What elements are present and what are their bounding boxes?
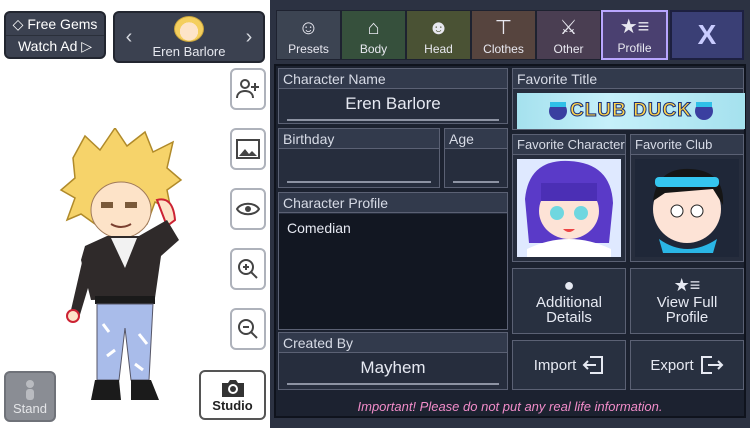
add-character-button[interactable] — [230, 68, 266, 110]
character-preview-area: ◇Free Gems Watch Ad ▷ ‹ Eren Barlore › — [0, 0, 268, 428]
free-gems-button[interactable]: ◇ Free Gems — [6, 13, 104, 35]
free-gems-widget[interactable]: ◇ Free Gems Watch Ad ▷ — [4, 11, 106, 59]
tab-profile[interactable]: ★≡ Profile — [601, 10, 668, 60]
created-by-value: Mayhem — [360, 358, 426, 377]
view-full-profile-button[interactable]: ★≡ View Full Profile — [630, 268, 744, 334]
age-label: Age — [445, 129, 507, 149]
watch-ad-label: Watch Ad ▷ — [17, 38, 93, 54]
shirt-icon: ⌂ — [367, 17, 380, 39]
tshirt-icon: ⊤ — [494, 17, 513, 39]
created-by-field[interactable]: Created By Mayhem — [278, 332, 508, 390]
character-profile-label: Character Profile — [279, 193, 507, 213]
favorite-character-portrait — [517, 159, 621, 257]
diamond-icon: ◇ — [12, 15, 24, 32]
underline — [453, 181, 499, 183]
tab-label: Other — [553, 42, 584, 56]
birthday-label: Birthday — [279, 129, 439, 149]
studio-label: Studio — [212, 397, 253, 413]
standing-person-icon — [26, 380, 34, 400]
close-button[interactable]: X — [670, 10, 744, 60]
favorite-club-emblem — [635, 159, 739, 257]
export-icon — [700, 356, 724, 374]
stand-label: Stand — [13, 401, 47, 416]
export-label: Export — [650, 356, 694, 374]
character-name-value: Eren Barlore — [345, 94, 441, 113]
add-person-icon — [236, 79, 259, 99]
toggle-visibility-button[interactable] — [230, 188, 266, 230]
zoom-out-icon — [238, 319, 258, 339]
star-list-icon: ★≡ — [619, 16, 650, 38]
zoom-out-button[interactable] — [230, 308, 266, 350]
tab-body[interactable]: ⌂ Body — [341, 10, 406, 60]
underline — [287, 119, 499, 121]
tab-other[interactable]: ⚔ Other — [536, 10, 601, 60]
profile-panel: Character Name Eren Barlore Birthday Age… — [274, 64, 746, 418]
close-icon: X — [697, 19, 717, 50]
tab-presets[interactable]: ☺ Presets — [276, 10, 341, 60]
free-gems-label: Free Gems — [27, 16, 98, 32]
view-full-profile-label: View Full Profile — [656, 293, 718, 326]
character-figure[interactable] — [55, 128, 195, 413]
watch-ad-button[interactable]: Watch Ad ▷ — [6, 35, 104, 57]
underline — [287, 383, 499, 385]
created-by-label: Created By — [279, 333, 507, 353]
import-label: Import — [533, 356, 577, 374]
character-profile-field[interactable]: Character Profile Comedian — [278, 192, 508, 330]
birthday-field[interactable]: Birthday — [278, 128, 440, 188]
app-screen: ◇Free Gems Watch Ad ▷ ‹ Eren Barlore › — [0, 0, 750, 428]
tab-label: Body — [359, 42, 388, 56]
character-name-label: Character Name — [279, 69, 507, 89]
favorite-title-box[interactable]: Favorite Title CLUB DUCK — [512, 68, 745, 130]
star-list-icon: ★≡ — [673, 274, 701, 295]
tab-label: Profile — [617, 41, 652, 55]
person-icon: ☺ — [298, 17, 319, 39]
favorite-character-label: Favorite Character — [513, 135, 625, 155]
age-field[interactable]: Age — [444, 128, 508, 188]
category-tabs: ☺ Presets ⌂ Body ☻ Head ⊤ Clothes ⚔ Other ★≡ P… — [276, 10, 668, 60]
underline — [287, 181, 431, 183]
sword-cat-icon: ⚔ — [559, 17, 578, 39]
stand-button[interactable]: Stand — [4, 371, 56, 422]
export-button[interactable]: Export — [630, 340, 744, 390]
additional-details-label: Additional Details — [536, 293, 602, 326]
character-name-field[interactable]: Character Name Eren Barlore — [278, 68, 508, 124]
favorite-title-label: Favorite Title — [513, 69, 743, 89]
import-button[interactable]: Import — [512, 340, 626, 390]
favorite-club-label: Favorite Club — [631, 135, 743, 155]
favorite-club-box[interactable]: Favorite Club — [630, 134, 744, 262]
next-character-button[interactable]: › — [241, 26, 257, 49]
head-icon: ☻ — [427, 17, 450, 39]
zoom-in-icon — [238, 259, 258, 279]
favorite-character-box[interactable]: Favorite Character — [512, 134, 626, 262]
tab-label: Presets — [288, 42, 329, 56]
favorite-title-text: CLUB DUCK — [570, 100, 692, 122]
character-selector-name: Eren Barlore — [152, 43, 226, 59]
character-selector: ‹ Eren Barlore › — [113, 11, 265, 63]
privacy-notice: Important! Please do not put any real li… — [357, 399, 663, 414]
additional-details-button[interactable]: ● Additional Details — [512, 268, 626, 334]
editor-panel: ☺ Presets ⌂ Body ☻ Head ⊤ Clothes ⚔ Other ★≡ P… — [270, 0, 750, 428]
tab-clothes[interactable]: ⊤ Clothes — [471, 10, 536, 60]
zoom-in-button[interactable] — [230, 248, 266, 290]
tab-label: Head — [424, 42, 453, 56]
favorite-title-banner: CLUB DUCK — [517, 93, 745, 129]
studio-button[interactable]: Studio — [199, 370, 266, 420]
prev-character-button[interactable]: ‹ — [121, 26, 137, 49]
tab-head[interactable]: ☻ Head — [406, 10, 471, 60]
image-icon — [236, 139, 260, 159]
import-icon — [582, 356, 604, 374]
background-button[interactable] — [230, 128, 266, 170]
duck-icon — [694, 102, 713, 120]
camera-icon — [221, 379, 244, 397]
tab-label: Clothes — [483, 42, 524, 56]
character-profile-value: Comedian — [279, 214, 507, 329]
duck-icon — [549, 102, 568, 120]
apple-icon: ● — [563, 274, 575, 295]
character-head-thumbnail — [173, 15, 204, 42]
eye-icon — [236, 202, 260, 216]
